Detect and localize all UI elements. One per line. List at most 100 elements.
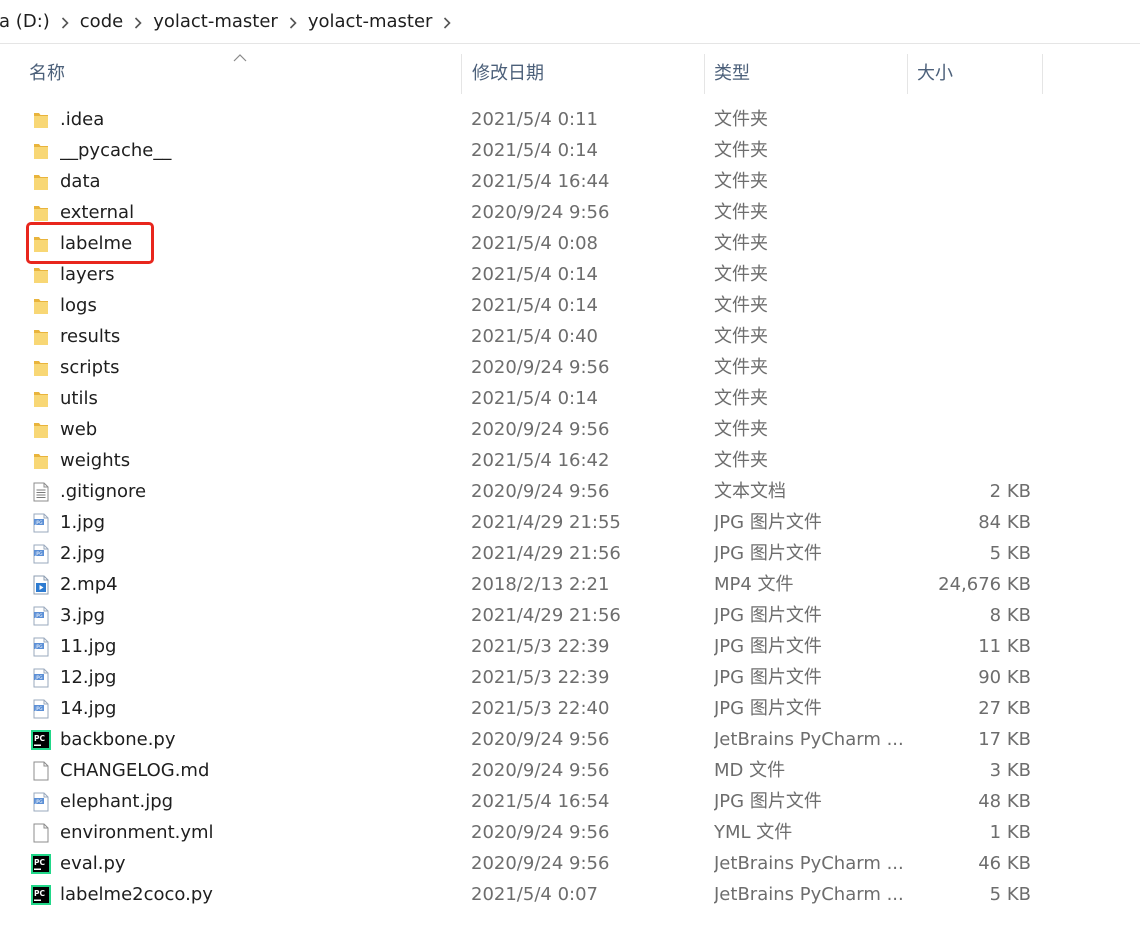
file-row[interactable]: .gitignore 2020/9/24 9:56 文本文档 2 KB xyxy=(0,476,1140,507)
file-type: JPG 图片文件 xyxy=(714,667,822,688)
folder-row[interactable]: results 2021/5/4 0:40 文件夹 xyxy=(0,321,1140,352)
column-divider[interactable] xyxy=(907,54,908,94)
chevron-right-icon[interactable] xyxy=(432,12,462,31)
file-row[interactable]: JPG 11.jpg 2021/5/3 22:39 JPG 图片文件 11 KB xyxy=(0,631,1140,662)
pycharm-file-icon: PC xyxy=(30,724,52,755)
file-name[interactable]: results xyxy=(60,321,450,352)
file-name[interactable]: 1.jpg xyxy=(60,507,450,538)
file-name[interactable]: scripts xyxy=(60,352,450,383)
file-row[interactable]: JPG 1.jpg 2021/4/29 21:55 JPG 图片文件 84 KB xyxy=(0,507,1140,538)
file-name[interactable]: 2.jpg xyxy=(60,538,450,569)
breadcrumb-item-yolact-master[interactable]: yolact-master xyxy=(153,11,278,32)
folder-row[interactable]: scripts 2020/9/24 9:56 文件夹 xyxy=(0,352,1140,383)
file-row[interactable]: JPG elephant.jpg 2021/5/4 16:54 JPG 图片文件 48… xyxy=(0,786,1140,817)
folder-row[interactable]: layers 2021/5/4 0:14 文件夹 xyxy=(0,259,1140,290)
file-size xyxy=(910,166,1031,197)
column-header-type[interactable]: 类型 xyxy=(714,54,904,94)
file-type: JPG 图片文件 xyxy=(714,605,822,626)
folder-icon xyxy=(30,197,52,228)
folder-icon xyxy=(30,104,52,135)
breadcrumb-item-drive[interactable]: ta (D:) xyxy=(0,11,50,32)
file-name[interactable]: .gitignore xyxy=(60,476,450,507)
file-name[interactable]: 11.jpg xyxy=(60,631,450,662)
file-row[interactable]: JPG 2.jpg 2021/4/29 21:56 JPG 图片文件 5 KB xyxy=(0,538,1140,569)
file-type: 文本文档 xyxy=(714,481,786,502)
jpg-file-icon: JPG xyxy=(30,538,52,569)
file-modified-date: 2020/9/24 9:56 xyxy=(471,481,610,502)
file-name[interactable]: 14.jpg xyxy=(60,693,450,724)
folder-row[interactable]: weights 2021/5/4 16:42 文件夹 xyxy=(0,445,1140,476)
file-name[interactable]: external xyxy=(60,197,450,228)
folder-row[interactable]: external 2020/9/24 9:56 文件夹 xyxy=(0,197,1140,228)
file-size xyxy=(910,104,1031,135)
file-name[interactable]: labelme xyxy=(60,228,450,259)
blank-file-icon xyxy=(30,817,52,848)
folder-icon xyxy=(30,290,52,321)
file-row[interactable]: JPG 14.jpg 2021/5/3 22:40 JPG 图片文件 27 KB xyxy=(0,693,1140,724)
breadcrumb-item-yolact-master-current[interactable]: yolact-master xyxy=(308,11,433,32)
file-size: 8 KB xyxy=(989,605,1031,626)
file-modified-date: 2021/5/4 0:11 xyxy=(471,109,598,130)
file-row[interactable]: CHANGELOG.md 2020/9/24 9:56 MD 文件 3 KB xyxy=(0,755,1140,786)
folder-icon xyxy=(30,321,52,352)
folder-row[interactable]: labelme 2021/5/4 0:08 文件夹 xyxy=(0,228,1140,259)
svg-text:JPG: JPG xyxy=(34,613,42,618)
folder-row[interactable]: data 2021/5/4 16:44 文件夹 xyxy=(0,166,1140,197)
file-row[interactable]: PC backbone.py 2020/9/24 9:56 JetBrains Py… xyxy=(0,724,1140,755)
file-name[interactable]: data xyxy=(60,166,450,197)
folder-row[interactable]: web 2020/9/24 9:56 文件夹 xyxy=(0,414,1140,445)
column-header-date[interactable]: 修改日期 xyxy=(472,54,702,94)
column-header-size[interactable]: 大小 xyxy=(917,54,1037,94)
file-name[interactable]: utils xyxy=(60,383,450,414)
column-divider[interactable] xyxy=(461,54,462,94)
file-size xyxy=(910,135,1031,166)
file-name[interactable]: 2.mp4 xyxy=(60,569,450,600)
file-name[interactable]: weights xyxy=(60,445,450,476)
folder-row[interactable]: .idea 2021/5/4 0:11 文件夹 xyxy=(0,104,1140,135)
file-name[interactable]: labelme2coco.py xyxy=(60,879,450,910)
file-name[interactable]: logs xyxy=(60,290,450,321)
file-modified-date: 2021/4/29 21:55 xyxy=(471,512,621,533)
file-type: MP4 文件 xyxy=(714,574,794,595)
file-row[interactable]: JPG 3.jpg 2021/4/29 21:56 JPG 图片文件 8 KB xyxy=(0,600,1140,631)
svg-text:JPG: JPG xyxy=(34,706,42,711)
chevron-right-icon[interactable] xyxy=(123,12,153,31)
file-row[interactable]: JPG 12.jpg 2021/5/3 22:39 JPG 图片文件 90 KB xyxy=(0,662,1140,693)
file-size xyxy=(910,352,1031,383)
file-name[interactable]: backbone.py xyxy=(60,724,450,755)
folder-row[interactable]: utils 2021/5/4 0:14 文件夹 xyxy=(0,383,1140,414)
chevron-right-icon[interactable] xyxy=(50,12,80,31)
file-row[interactable]: 2.mp4 2018/2/13 2:21 MP4 文件 24,676 KB xyxy=(0,569,1140,600)
file-name[interactable]: environment.yml xyxy=(60,817,450,848)
file-name[interactable]: 12.jpg xyxy=(60,662,450,693)
folder-row[interactable]: logs 2021/5/4 0:14 文件夹 xyxy=(0,290,1140,321)
file-row[interactable]: environment.yml 2020/9/24 9:56 YML 文件 1 KB xyxy=(0,817,1140,848)
file-list: .idea 2021/5/4 0:11 文件夹 __pycache__ 2021/5/… xyxy=(0,104,1140,910)
chevron-right-icon[interactable] xyxy=(278,12,308,31)
jpg-file-icon: JPG xyxy=(30,693,52,724)
file-type: JPG 图片文件 xyxy=(714,791,822,812)
svg-text:JPG: JPG xyxy=(34,644,42,649)
column-divider[interactable] xyxy=(704,54,705,94)
file-type: 文件夹 xyxy=(714,295,768,316)
file-name[interactable]: __pycache__ xyxy=(60,135,450,166)
column-header: 名称 修改日期 类型 大小 xyxy=(0,54,1140,94)
file-type: 文件夹 xyxy=(714,109,768,130)
file-modified-date: 2021/5/3 22:39 xyxy=(471,667,610,688)
file-name[interactable]: .idea xyxy=(60,104,450,135)
file-name[interactable]: eval.py xyxy=(60,848,450,879)
file-name[interactable]: 3.jpg xyxy=(60,600,450,631)
file-name[interactable]: CHANGELOG.md xyxy=(60,755,450,786)
breadcrumb-item-code[interactable]: code xyxy=(80,11,123,32)
column-header-name[interactable]: 名称 xyxy=(29,54,459,94)
folder-row[interactable]: __pycache__ 2021/5/4 0:14 文件夹 xyxy=(0,135,1140,166)
file-name[interactable]: web xyxy=(60,414,450,445)
file-row[interactable]: PC labelme2coco.py 2021/5/4 0:07 JetBrains… xyxy=(0,879,1140,910)
file-type: 文件夹 xyxy=(714,388,768,409)
file-name[interactable]: elephant.jpg xyxy=(60,786,450,817)
file-name[interactable]: layers xyxy=(60,259,450,290)
svg-text:PC: PC xyxy=(34,734,45,743)
file-row[interactable]: PC eval.py 2020/9/24 9:56 JetBrains PyChar… xyxy=(0,848,1140,879)
jpg-file-icon: JPG xyxy=(30,786,52,817)
column-divider[interactable] xyxy=(1042,54,1043,94)
